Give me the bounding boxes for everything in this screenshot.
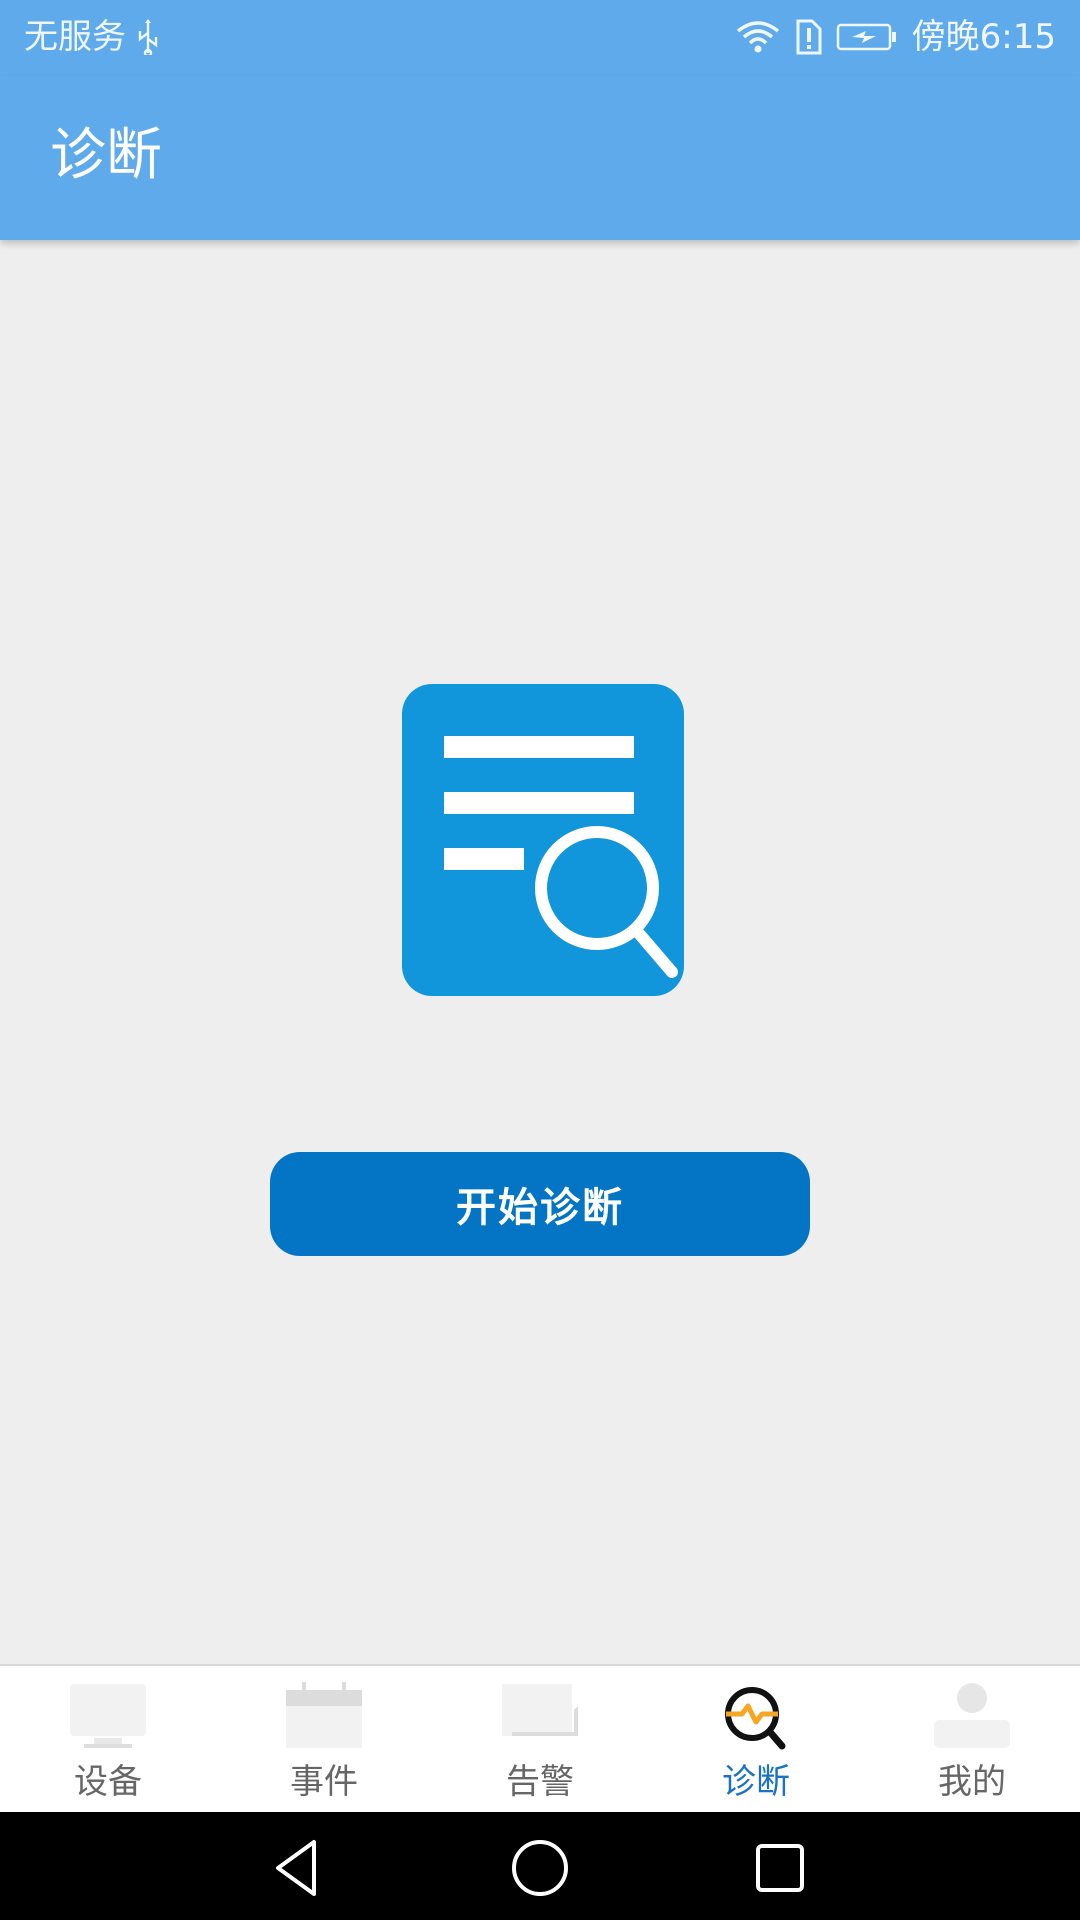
profile-icon <box>934 1683 1010 1748</box>
nav-item-alerts[interactable]: 告警 <box>432 1666 648 1812</box>
bottom-nav: 设备 事件 告警 诊断 我的 <box>0 1664 1080 1812</box>
home-icon[interactable] <box>508 1836 572 1900</box>
battery-charging-icon <box>836 23 896 51</box>
nav-item-profile[interactable]: 我的 <box>864 1666 1080 1812</box>
diagnose-icon <box>725 1687 786 1750</box>
recents-icon[interactable] <box>748 1836 812 1900</box>
nav-label: 事件 <box>290 1762 358 1802</box>
back-icon[interactable] <box>268 1836 332 1900</box>
usb-icon <box>138 19 158 55</box>
alert-icon <box>502 1684 578 1736</box>
status-bar: 无服务 傍晚6:15 <box>0 0 1080 76</box>
nav-label: 告警 <box>506 1762 574 1802</box>
nav-item-devices[interactable]: 设备 <box>0 1666 216 1812</box>
clock-text: 傍晚6:15 <box>911 17 1056 57</box>
status-bar-right: 傍晚6:15 <box>736 14 1056 60</box>
nav-label: 我的 <box>938 1762 1006 1802</box>
nav-label: 诊断 <box>722 1762 790 1802</box>
status-bar-left: 无服务 <box>24 14 160 60</box>
nav-item-events[interactable]: 事件 <box>216 1666 432 1812</box>
system-nav-bar <box>0 1812 1080 1920</box>
app-bar: 诊断 <box>0 76 1080 240</box>
carrier-text: 无服务 <box>24 17 126 57</box>
wifi-icon <box>736 21 779 53</box>
calendar-icon <box>286 1682 362 1748</box>
page-title: 诊断 <box>50 123 162 188</box>
nav-item-diagnose[interactable]: 诊断 <box>648 1666 864 1812</box>
nav-label: 设备 <box>74 1762 142 1802</box>
document-search-icon <box>402 684 684 996</box>
start-diagnose-button[interactable]: 开始诊断 <box>270 1152 810 1256</box>
monitor-icon <box>70 1684 146 1748</box>
sim-alert-icon <box>796 19 822 55</box>
